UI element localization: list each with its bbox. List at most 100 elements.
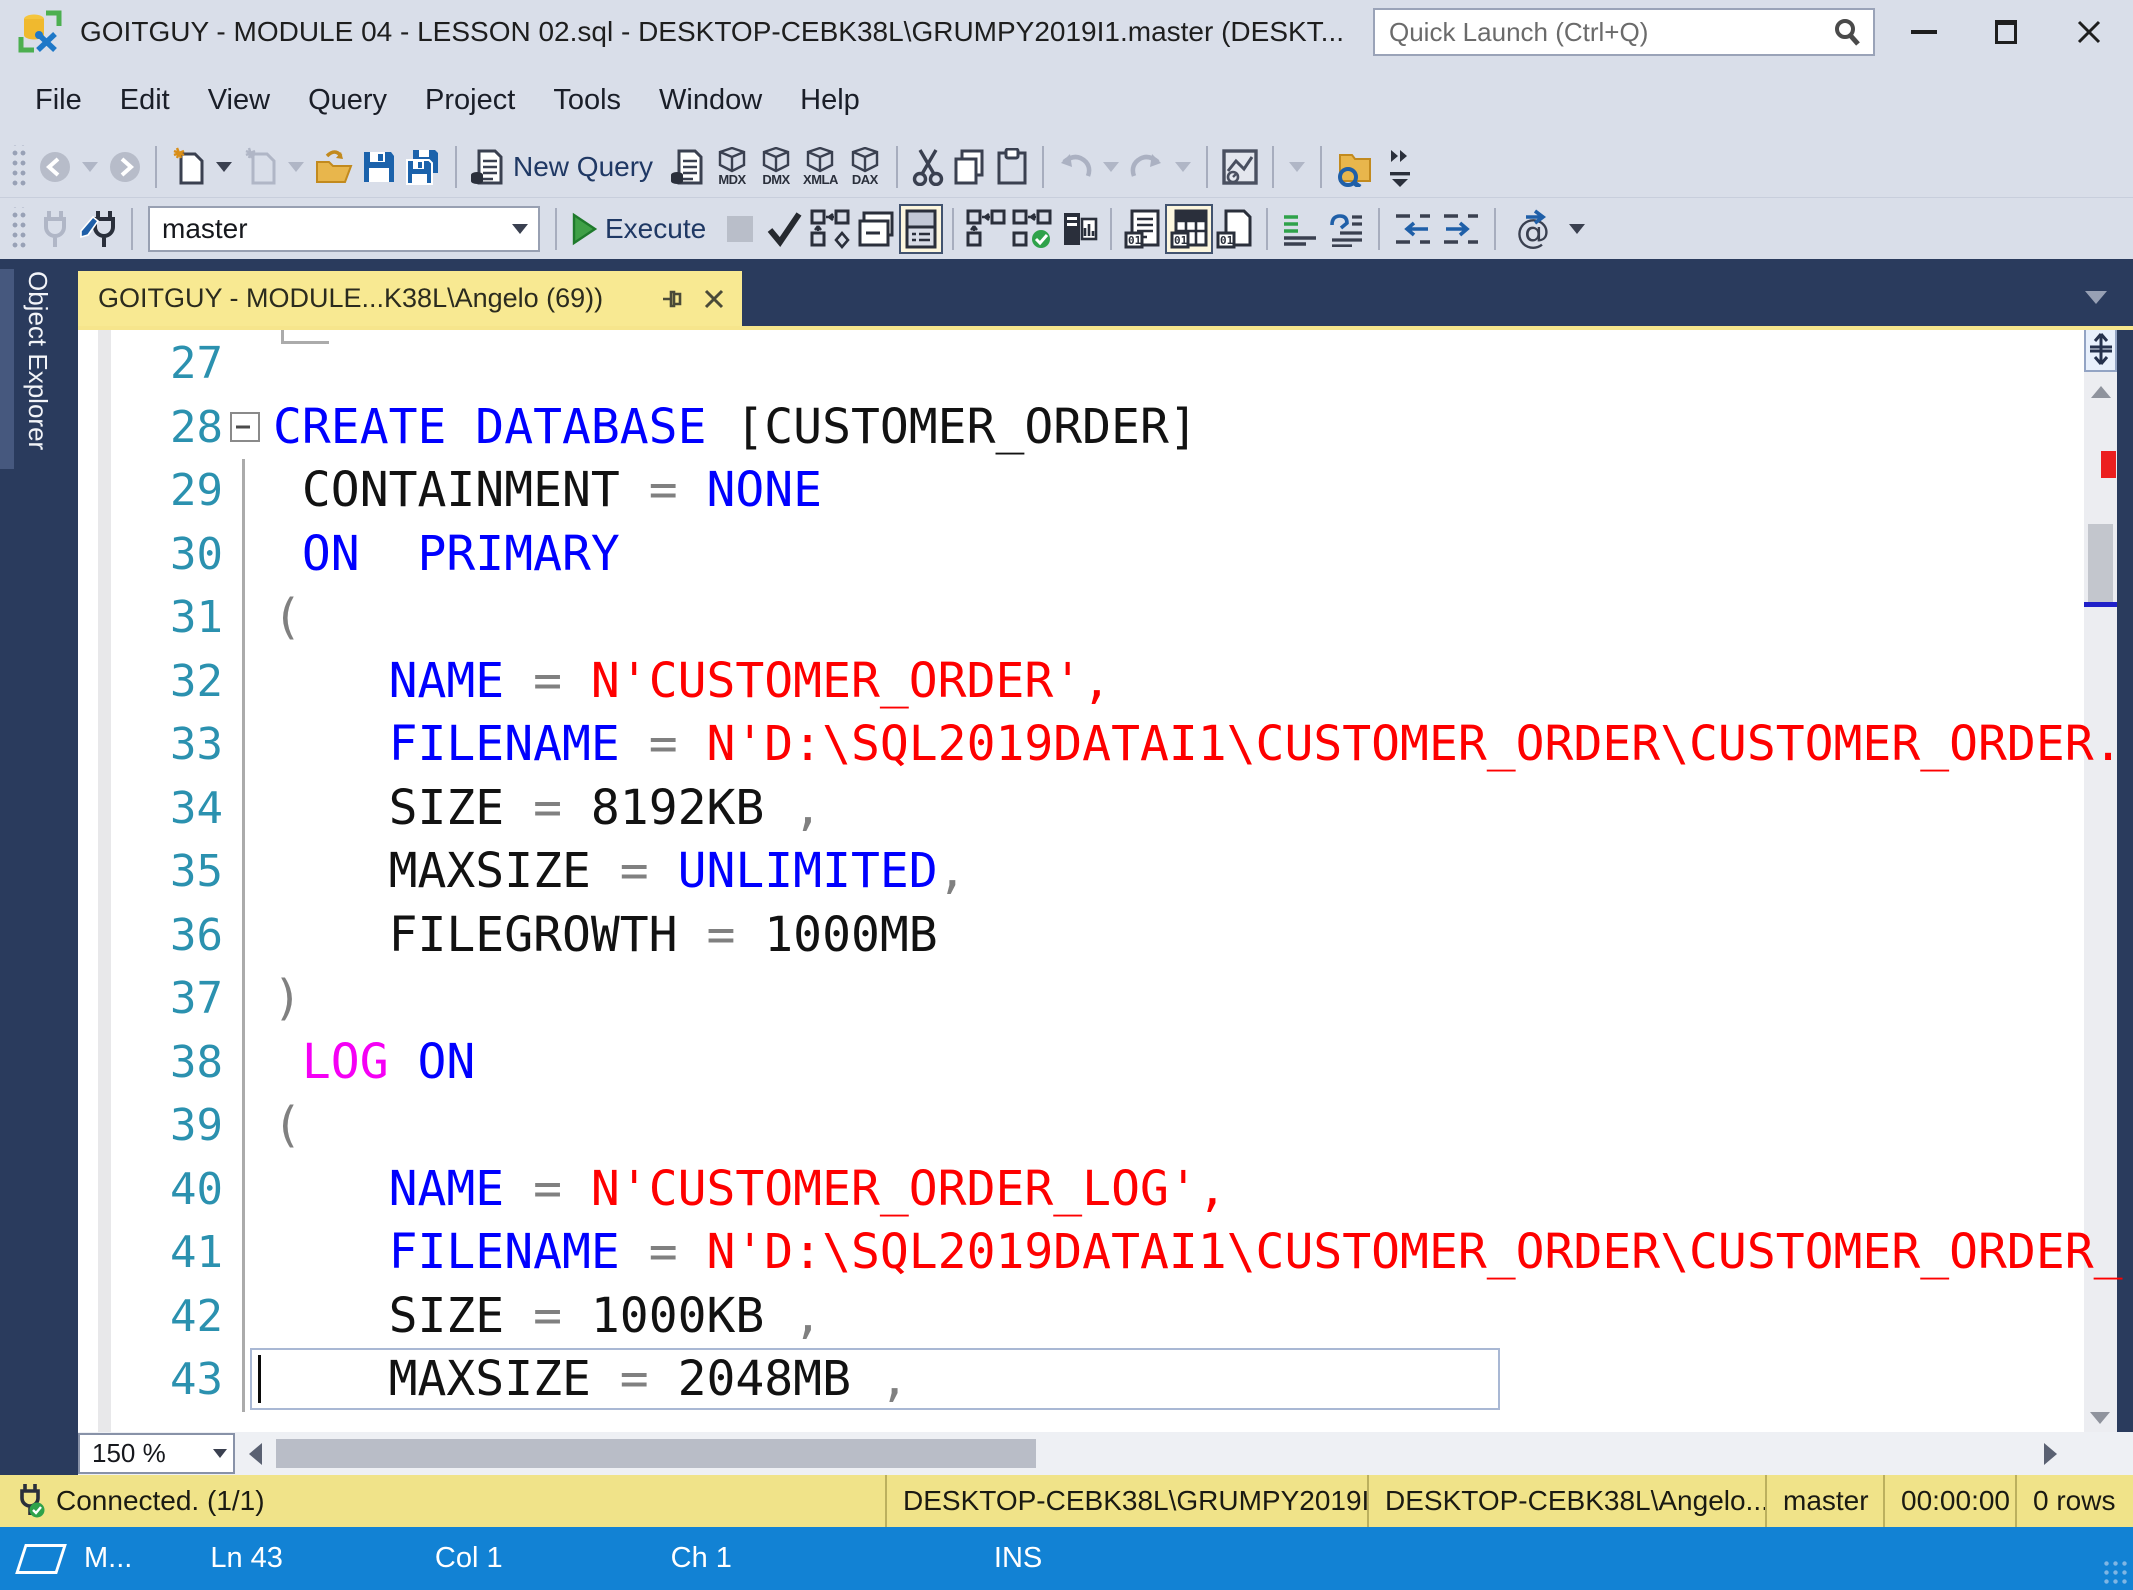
code-line-42[interactable]: 42 SIZE = 1000KB , [78,1285,2084,1349]
redo-dropdown-icon[interactable] [1175,162,1191,172]
new-query-button[interactable]: New Query [466,142,666,192]
menu-tools[interactable]: Tools [534,84,640,117]
minimize-button[interactable] [1911,30,1937,34]
zoom-selector[interactable]: 150 % [78,1433,235,1474]
tab-close-icon[interactable] [702,287,726,311]
toolbar-grip[interactable] [10,145,26,189]
new-mdx-query-button[interactable]: MDX [710,141,754,193]
redo-button[interactable] [1125,142,1169,192]
activity-monitor-icon[interactable] [1217,142,1263,192]
scroll-down-icon[interactable] [2090,1412,2110,1424]
query-options-icon[interactable] [853,204,899,254]
code-text[interactable]: ON PRIMARY [273,523,620,587]
template-parameters-button[interactable]: @ [1505,204,1555,254]
vertical-scrollbar-thumb[interactable] [2088,524,2113,604]
code-line-33[interactable]: 33 FILENAME = N'D:\SQL2019DATAI1\CUSTOME… [78,713,2084,777]
parse-button[interactable] [761,204,807,254]
increase-indent-button[interactable] [1437,204,1485,254]
menu-file[interactable]: File [16,84,101,117]
toolbar-overflow-button[interactable] [1379,142,1421,192]
fold-collapse-toggle[interactable] [233,396,273,460]
splitter-button[interactable] [2084,326,2117,372]
save-all-button[interactable] [400,142,446,192]
code-text[interactable]: ) [273,967,302,1031]
copy-icon[interactable] [949,142,991,192]
toolbar-grip[interactable] [10,207,26,251]
new-file-button[interactable] [166,142,210,192]
paste-icon[interactable] [991,142,1033,192]
add-item-button[interactable] [238,142,282,192]
code-line-31[interactable]: 31( [78,586,2084,650]
save-button[interactable] [358,142,400,192]
connect-icon[interactable] [34,204,76,254]
database-combobox[interactable]: master [148,206,540,252]
code-line-38[interactable]: 38 LOG ON [78,1031,2084,1095]
new-query-document-icon[interactable] [666,142,710,192]
horizontal-scrollbar-thumb[interactable] [276,1439,1036,1468]
cut-icon[interactable] [907,142,949,192]
code-editor[interactable]: 2728CREATE DATABASE [CUSTOMER_ORDER]29 C… [78,326,2133,1432]
window-resize-grip[interactable] [2103,1560,2129,1586]
change-connection-icon[interactable] [76,204,122,254]
results-pane-toggle-button[interactable] [899,204,943,254]
intellisense-enabled-icon[interactable] [963,204,1009,254]
code-text[interactable]: NAME = N'CUSTOMER_ORDER', [273,650,1111,714]
results-to-file-button[interactable]: 01 [1213,204,1257,254]
code-line-32[interactable]: 32 NAME = N'CUSTOMER_ORDER', [78,650,2084,714]
navigate-back-button[interactable] [34,142,76,192]
new-file-dropdown-icon[interactable] [216,162,232,172]
navigate-forward-button[interactable] [104,142,146,192]
scroll-up-icon[interactable] [2091,386,2111,398]
code-line-28[interactable]: 28CREATE DATABASE [CUSTOMER_ORDER] [78,396,2084,460]
undo-dropdown-icon[interactable] [1103,162,1119,172]
code-line-40[interactable]: 40 NAME = N'CUSTOMER_ORDER_LOG', [78,1158,2084,1222]
undo-button[interactable] [1053,142,1097,192]
live-query-statistics-icon[interactable] [1055,204,1101,254]
code-text[interactable]: MAXSIZE = 2048MB , [273,1348,909,1412]
code-line-35[interactable]: 35 MAXSIZE = UNLIMITED, [78,840,2084,904]
new-xmla-query-button[interactable]: XMLA [798,141,843,193]
quick-launch-input[interactable] [1373,8,1875,56]
document-tab[interactable]: GOITGUY - MODULE...K38L\Angelo (69)) [78,271,742,326]
menu-view[interactable]: View [189,84,289,117]
code-text[interactable]: LOG ON [273,1031,475,1095]
uncomment-lines-button[interactable] [1323,204,1369,254]
code-text[interactable]: SIZE = 1000KB , [273,1285,822,1349]
menu-window[interactable]: Window [640,84,781,117]
estimated-plan-icon[interactable] [807,204,853,254]
code-text[interactable]: CONTAINMENT = NONE [273,459,822,523]
find-in-files-icon[interactable] [1331,142,1379,192]
code-line-36[interactable]: 36 FILEGROWTH = 1000MB [78,904,2084,968]
object-explorer-tab-strip[interactable] [0,269,14,469]
new-dmx-query-button[interactable]: DMX [754,141,798,193]
code-line-30[interactable]: 30 ON PRIMARY [78,523,2084,587]
new-dax-query-button[interactable]: DAX [843,141,887,193]
code-line-29[interactable]: 29 CONTAINMENT = NONE [78,459,2084,523]
results-to-text-button[interactable]: 01 [1121,204,1165,254]
code-text[interactable]: ( [273,1094,302,1158]
zoom-dropdown-icon[interactable] [213,1449,227,1458]
find-dropdown-icon[interactable] [1289,162,1305,172]
menu-project[interactable]: Project [406,84,534,117]
code-text[interactable]: ( [273,586,302,650]
code-line-39[interactable]: 39( [78,1094,2084,1158]
navigate-back-dropdown-icon[interactable] [82,162,98,172]
object-explorer-tab[interactable]: Object Explorer [22,271,53,450]
code-text[interactable]: NAME = N'CUSTOMER_ORDER_LOG', [273,1158,1227,1222]
menu-help[interactable]: Help [781,84,879,117]
code-line-37[interactable]: 37) [78,967,2084,1031]
horizontal-scrollbar[interactable] [272,1433,2034,1474]
include-client-statistics-icon[interactable] [1009,204,1055,254]
toolbar2-overflow-icon[interactable] [1569,224,1585,234]
tab-list-dropdown-icon[interactable] [2085,291,2107,304]
maximize-button[interactable] [1995,20,2017,44]
code-line-34[interactable]: 34 SIZE = 8192KB , [78,777,2084,841]
scroll-right-icon[interactable] [2044,1443,2057,1465]
code-text[interactable]: SIZE = 8192KB , [273,777,822,841]
code-text[interactable]: FILENAME = N'D:\SQL2019DATAI1\CUSTOMER_O… [273,1221,2123,1285]
execute-button[interactable]: Execute [566,204,719,254]
pin-icon[interactable] [660,286,686,312]
code-line-41[interactable]: 41 FILENAME = N'D:\SQL2019DATAI1\CUSTOME… [78,1221,2084,1285]
code-line-27[interactable]: 27 [78,332,2084,396]
close-button[interactable] [2075,18,2103,46]
